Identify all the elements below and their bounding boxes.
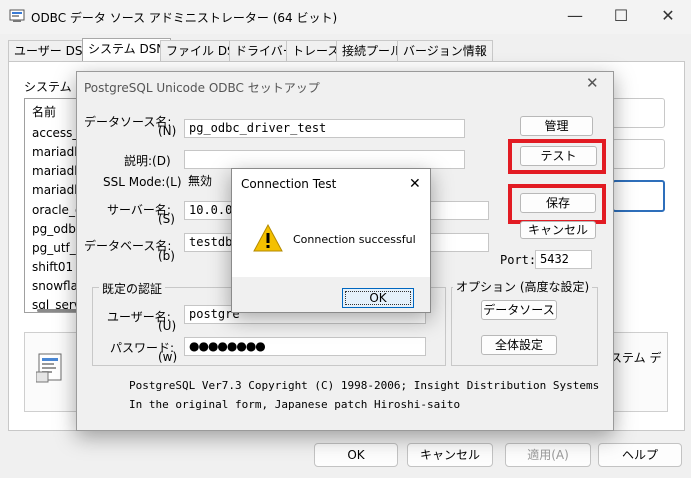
- conn-message: Connection successful: [293, 233, 416, 246]
- minimize-button[interactable]: —: [552, 0, 598, 34]
- sslmode-label: SSL Mode:(L): [103, 175, 182, 189]
- password-input[interactable]: ●●●●●●●●: [184, 337, 426, 356]
- password-key: (w): [158, 350, 178, 364]
- list-item[interactable]: shift01: [32, 260, 73, 274]
- conn-ok-button[interactable]: OK: [342, 288, 414, 308]
- remove-button[interactable]: [612, 139, 665, 169]
- list-item[interactable]: mariadb: [32, 145, 82, 159]
- manage-button[interactable]: 管理: [520, 116, 593, 136]
- global-settings-button[interactable]: 全体設定: [481, 335, 557, 355]
- user-key: (U): [158, 319, 177, 333]
- description-input[interactable]: [184, 150, 465, 169]
- apply-button[interactable]: 適用(A): [505, 443, 591, 467]
- list-item[interactable]: pg_odbc: [32, 222, 82, 236]
- options-group-label: オプション (高度な設定): [453, 278, 593, 295]
- setup-close-icon[interactable]: ✕: [586, 74, 599, 92]
- setup-dialog-title: PostgreSQL Unicode ODBC セットアップ: [84, 81, 320, 95]
- maximize-button[interactable]: ☐: [598, 0, 644, 34]
- conn-close-icon[interactable]: ✕: [409, 176, 421, 192]
- window-title: ODBC データ ソース アドミニストレーター (64 ビット): [31, 11, 338, 25]
- list-item[interactable]: oracle_o: [32, 203, 82, 217]
- save-button[interactable]: 保存: [520, 193, 596, 213]
- database-key: (b): [158, 249, 175, 263]
- tab-system-dsn[interactable]: システム DSN: [82, 38, 172, 62]
- configure-button[interactable]: [612, 180, 665, 212]
- test-button[interactable]: テスト: [520, 146, 597, 166]
- port-input[interactable]: 5432: [535, 250, 592, 269]
- list-item[interactable]: mariadb: [32, 183, 82, 197]
- tab-version-info[interactable]: バージョン情報: [397, 40, 493, 61]
- port-label: Port:: [500, 253, 537, 267]
- datasource-key: (N): [158, 124, 177, 138]
- description-label: 説明:(D): [124, 154, 171, 168]
- conn-title: Connection Test: [241, 177, 337, 191]
- auth-group-label: 既定の認証: [99, 280, 166, 297]
- list-header-name[interactable]: 名前: [32, 103, 56, 120]
- datasource-options-button[interactable]: データソース: [481, 300, 557, 320]
- setup-cancel-button[interactable]: キャンセル: [520, 221, 596, 239]
- close-button[interactable]: ✕: [645, 0, 691, 34]
- copyright-line: PostgreSQL Ver7.3 Copyright (C) 1998-200…: [129, 379, 600, 392]
- patch-line: In the original form, Japanese patch Hir…: [129, 398, 461, 411]
- help-button[interactable]: ヘルプ: [598, 443, 682, 467]
- warning-icon: [253, 223, 283, 252]
- dsn-list[interactable]: 名前 access_t mariadb mariadb mariadb orac…: [24, 98, 84, 313]
- datasource-input[interactable]: pg_odbc_driver_test: [184, 119, 465, 138]
- server-key: (S): [158, 212, 175, 226]
- cancel-button[interactable]: キャンセル: [407, 443, 493, 467]
- odbc-app-icon: [9, 9, 25, 23]
- info-text: ステム デ: [610, 351, 662, 365]
- list-item[interactable]: pg_utf_t: [32, 241, 80, 255]
- ok-button[interactable]: OK: [314, 443, 398, 467]
- add-button[interactable]: [612, 98, 665, 128]
- data-source-info-icon: [35, 352, 66, 384]
- list-item[interactable]: mariadb: [32, 164, 82, 178]
